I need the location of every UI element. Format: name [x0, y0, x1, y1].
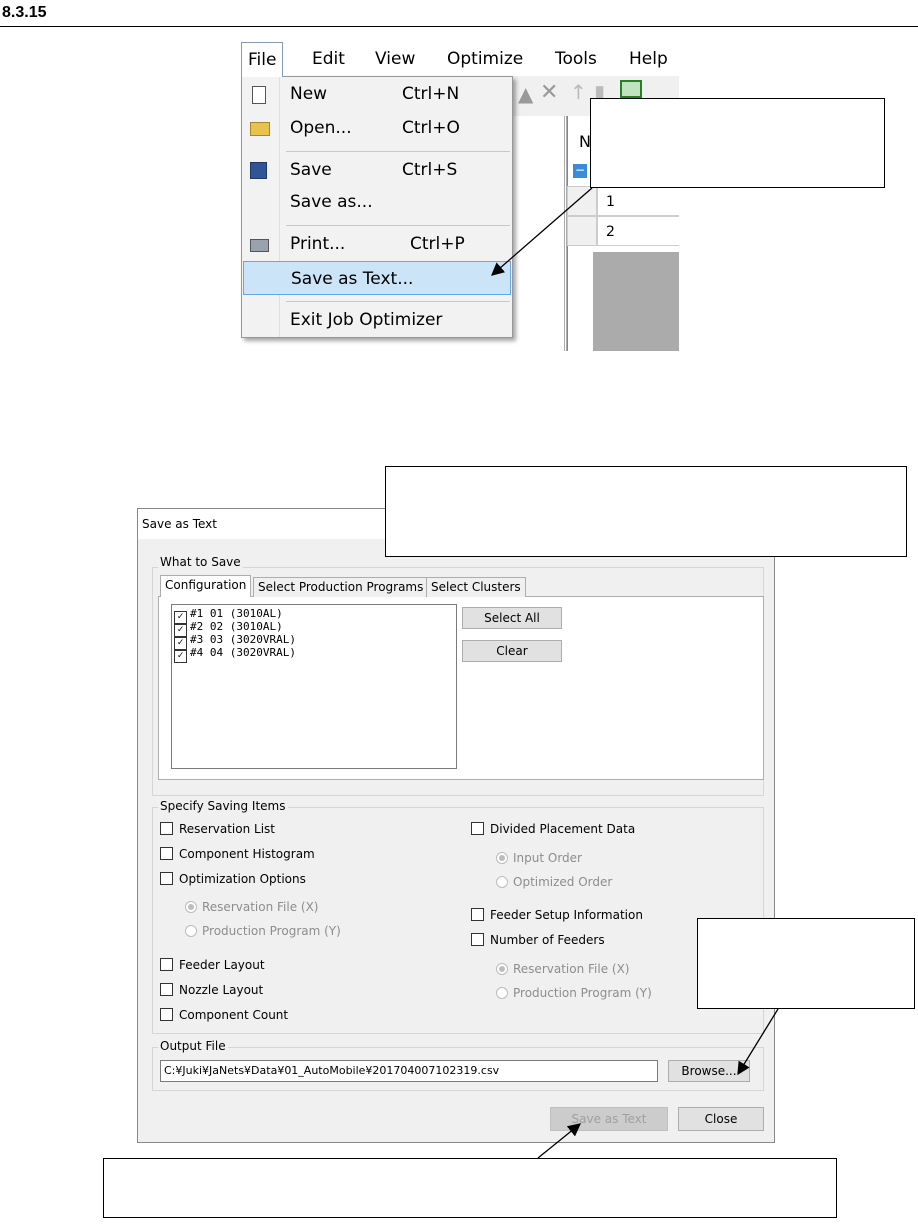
move-up-icon[interactable]: ↑	[570, 80, 587, 104]
save-as-text-button[interactable]: Save as Text	[550, 1107, 668, 1131]
menu-item-save-as-text[interactable]: Save as Text...	[243, 261, 511, 295]
menu-item-save[interactable]: Save Ctrl+S	[242, 153, 512, 187]
menu-optimize[interactable]: Optimize	[441, 42, 529, 76]
browse-button[interactable]: Browse...	[668, 1060, 750, 1082]
callout-box-menu	[590, 98, 885, 188]
menu-item-new[interactable]: New Ctrl+N	[242, 77, 512, 111]
nf-production-program-radio[interactable]: Production Program (Y)	[496, 985, 652, 1001]
list-item[interactable]: ✓ #1 01 (3010AL)	[174, 607, 283, 624]
new-document-icon	[252, 86, 266, 104]
feeder-layout-checkbox[interactable]: Feeder Layout	[160, 957, 265, 973]
menu-item-save-as[interactable]: Save as...	[242, 185, 512, 219]
menu-screenshot: ▲ ✕ ↑ ▮ N − 1 2 File Edit View Optimize …	[237, 42, 679, 351]
select-all-button[interactable]: Select All	[462, 607, 562, 629]
grid-row[interactable]: 1	[597, 186, 679, 216]
save-as-text-dialog: Save as Text What to Save Configuration …	[137, 508, 775, 1143]
tab-select-clusters[interactable]: Select Clusters	[426, 577, 526, 597]
callout-box-browse	[697, 918, 915, 1009]
nf-reservation-file-radio[interactable]: Reservation File (X)	[496, 961, 629, 977]
menu-item-open[interactable]: Open... Ctrl+O	[242, 111, 512, 145]
input-order-radio[interactable]: Input Order	[496, 850, 582, 866]
optimized-order-radio[interactable]: Optimized Order	[496, 874, 612, 890]
menu-help[interactable]: Help	[623, 42, 674, 76]
configuration-list[interactable]: ✓ #1 01 (3010AL) ✓ #2 02 (3010AL) ✓ #3 03 (…	[171, 604, 457, 769]
component-histogram-checkbox[interactable]: Component Histogram	[160, 846, 315, 862]
grid-row[interactable]: 2	[597, 216, 679, 246]
grid-row-header[interactable]	[567, 186, 597, 216]
output-file-label: Output File	[158, 1039, 228, 1053]
collapse-icon[interactable]: −	[573, 164, 587, 178]
callout-box-save	[103, 1158, 837, 1218]
menu-view[interactable]: View	[369, 42, 421, 76]
nozzle-layout-checkbox[interactable]: Nozzle Layout	[160, 982, 263, 998]
delete-icon[interactable]: ✕	[540, 80, 558, 105]
section-number: 8.3.15	[2, 4, 47, 21]
floppy-disk-icon	[250, 162, 267, 179]
callout-box-dialog	[385, 466, 907, 557]
close-button[interactable]: Close	[678, 1107, 764, 1131]
component-count-checkbox[interactable]: Component Count	[160, 1007, 288, 1023]
printer-icon	[250, 239, 269, 252]
feeder-setup-checkbox[interactable]: Feeder Setup Information	[471, 907, 643, 923]
clear-button[interactable]: Clear	[462, 640, 562, 662]
list-item[interactable]: ✓ #4 04 (3020VRAL)	[174, 646, 296, 663]
grid-view-icon[interactable]	[620, 80, 642, 98]
menu-item-exit[interactable]: Exit Job Optimizer	[242, 303, 512, 337]
menu-item-print[interactable]: Print... Ctrl+P	[242, 227, 512, 261]
header-rule	[0, 26, 918, 27]
grid-empty-area	[593, 252, 679, 351]
menu-tools[interactable]: Tools	[549, 42, 603, 76]
checkbox-checked[interactable]: ✓	[174, 650, 187, 663]
list-item[interactable]: ✓ #3 03 (3020VRAL)	[174, 633, 296, 650]
open-folder-icon	[250, 122, 270, 136]
opt-reservation-file-radio[interactable]: Reservation File (X)	[185, 899, 318, 915]
file-menu-dropdown: New Ctrl+N Open... Ctrl+O Save Ctrl+S Sa…	[241, 76, 513, 338]
tab-select-production-programs[interactable]: Select Production Programs	[253, 577, 429, 597]
divided-placement-checkbox[interactable]: Divided Placement Data	[471, 821, 635, 837]
menu-edit[interactable]: Edit	[306, 42, 351, 76]
output-file-path-input[interactable]: C:¥Juki¥JaNets¥Data¥01_AutoMobile¥201704…	[160, 1060, 658, 1082]
menu-file[interactable]: File	[241, 42, 284, 77]
tab-configuration[interactable]: Configuration	[160, 575, 252, 597]
cut-icon[interactable]: ▲	[518, 82, 533, 106]
list-item[interactable]: ✓ #2 02 (3010AL)	[174, 620, 283, 637]
optimization-options-checkbox[interactable]: Optimization Options	[160, 871, 306, 887]
number-of-feeders-checkbox[interactable]: Number of Feeders	[471, 932, 605, 948]
saving-items-label: Specify Saving Items	[158, 799, 288, 813]
opt-production-program-radio[interactable]: Production Program (Y)	[185, 923, 341, 939]
saving-items-group	[152, 807, 764, 1034]
what-to-save-label: What to Save	[158, 555, 243, 569]
reservation-list-checkbox[interactable]: Reservation List	[160, 821, 275, 837]
grid-row-header[interactable]	[567, 216, 597, 246]
